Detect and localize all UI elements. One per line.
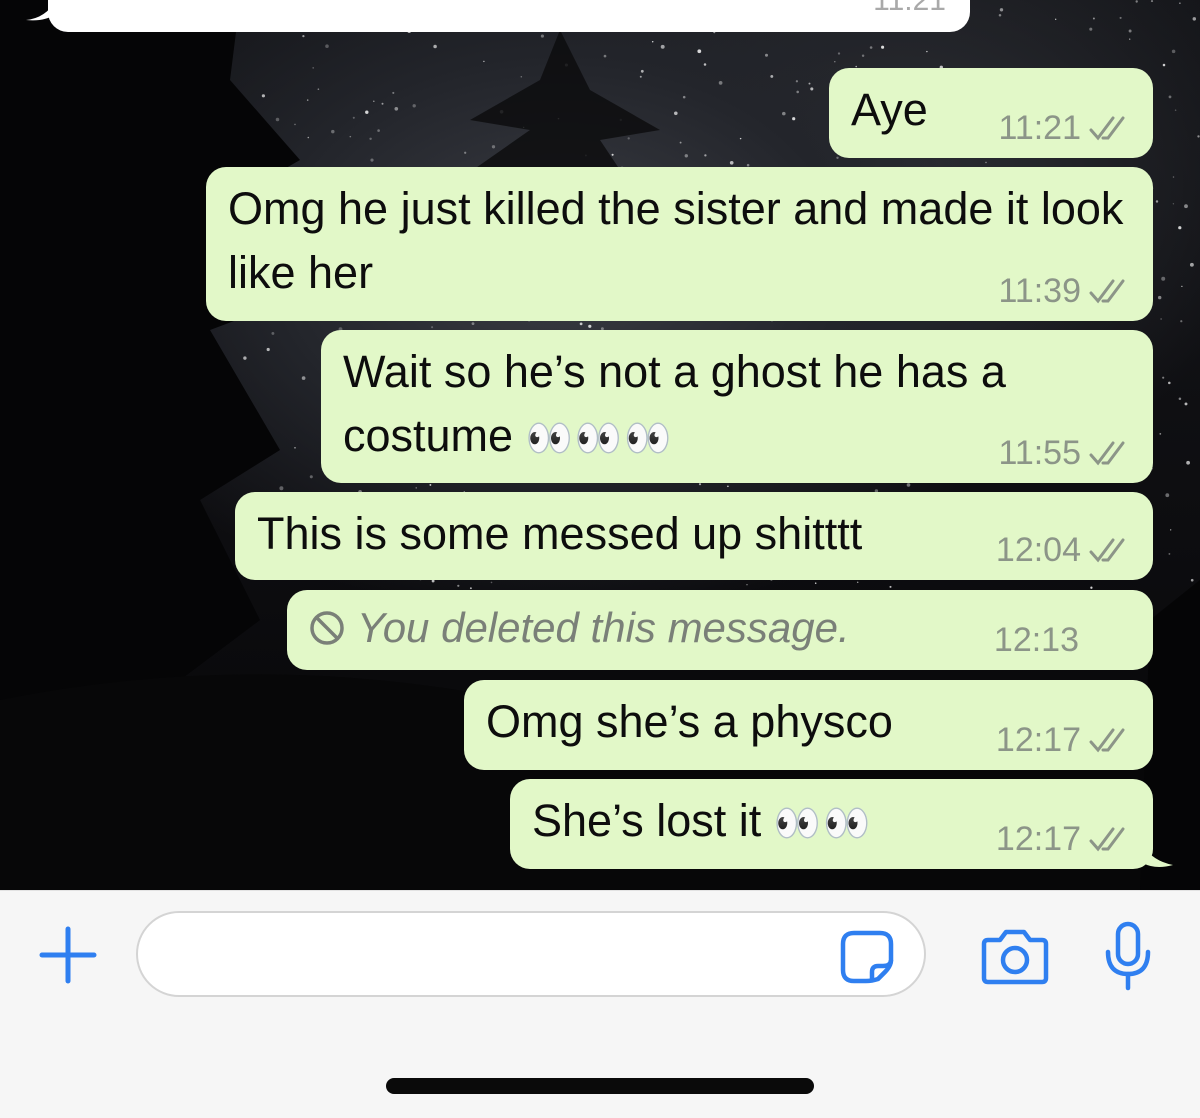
- double-check-icon: [1089, 279, 1125, 304]
- camera-icon[interactable]: [980, 924, 1050, 986]
- double-check-icon: [1089, 728, 1125, 753]
- message-input[interactable]: [162, 927, 846, 985]
- incoming-message-bubble[interactable]: 11:21: [26, 0, 970, 32]
- deleted-message-text: You deleted this message.: [309, 596, 850, 660]
- message-text: Aye: [851, 84, 928, 135]
- message-input-field[interactable]: [136, 911, 926, 997]
- outgoing-message-bubble[interactable]: Aye 11:21: [829, 68, 1153, 158]
- outgoing-message-bubble[interactable]: Omg she’s a physco 12:17: [464, 680, 1153, 770]
- message-meta: 12:04: [996, 530, 1133, 570]
- message-meta: 12:17: [996, 720, 1133, 760]
- double-check-icon: [1089, 441, 1125, 466]
- ban-icon: [310, 611, 344, 645]
- eyes-emoji: 👀👀: [773, 803, 873, 845]
- message-meta: 11:21: [998, 108, 1133, 148]
- outgoing-message-bubble[interactable]: Omg he just killed the sister and made i…: [206, 167, 1153, 321]
- plus-icon[interactable]: [38, 925, 98, 985]
- outgoing-message-bubble[interactable]: This is some messed up shitttt 12:04: [235, 492, 1153, 580]
- message-time: 12:13: [993, 621, 1079, 659]
- message-time: 12:17: [995, 820, 1081, 858]
- outgoing-message-bubble[interactable]: She’s lost it 👀👀 12:17: [510, 779, 1173, 869]
- chat-background: 11:21 Aye 11:21 Omg he just killed the s…: [0, 0, 1200, 890]
- deleted-message-label: You deleted this message.: [357, 604, 850, 651]
- message-meta: 12:13: [994, 620, 1079, 660]
- message-meta: 12:17: [996, 819, 1133, 859]
- message-meta: 11:55: [998, 433, 1133, 473]
- deleted-message-bubble[interactable]: You deleted this message. 12:13: [287, 590, 1153, 670]
- message-text: This is some messed up shitttt: [257, 508, 863, 559]
- message-time: 12:04: [995, 531, 1081, 569]
- double-check-icon: [1089, 827, 1125, 852]
- message-text: She’s lost it 👀👀: [532, 789, 872, 856]
- message-time: 11:21: [873, 0, 946, 17]
- bubble-tail-icon: [1137, 829, 1173, 867]
- message-text-body: She’s lost it: [532, 795, 762, 846]
- double-check-icon: [1089, 538, 1125, 563]
- outgoing-message-bubble[interactable]: Wait so he’s not a ghost he has a costum…: [321, 330, 1153, 483]
- microphone-icon[interactable]: [1102, 920, 1154, 992]
- eyes-emoji: 👀👀👀: [525, 418, 674, 460]
- message-time: 11:39: [998, 272, 1081, 310]
- bubble-tail-icon: [26, 0, 56, 21]
- double-check-icon: [1089, 116, 1125, 141]
- home-indicator[interactable]: [386, 1078, 814, 1094]
- message-time: 11:21: [998, 109, 1081, 147]
- message-text: Wait so he’s not a ghost he has a costum…: [343, 340, 1103, 471]
- message-time: 12:17: [995, 721, 1081, 759]
- message-text: Omg she’s a physco: [486, 696, 893, 747]
- message-text-body: Wait so he’s not a ghost he has a costum…: [343, 346, 1006, 461]
- message-text: Omg he just killed the sister and made i…: [228, 183, 1124, 298]
- message-time: 11:55: [998, 434, 1081, 472]
- message-meta: 11:39: [998, 271, 1133, 311]
- sticker-icon[interactable]: [838, 928, 896, 986]
